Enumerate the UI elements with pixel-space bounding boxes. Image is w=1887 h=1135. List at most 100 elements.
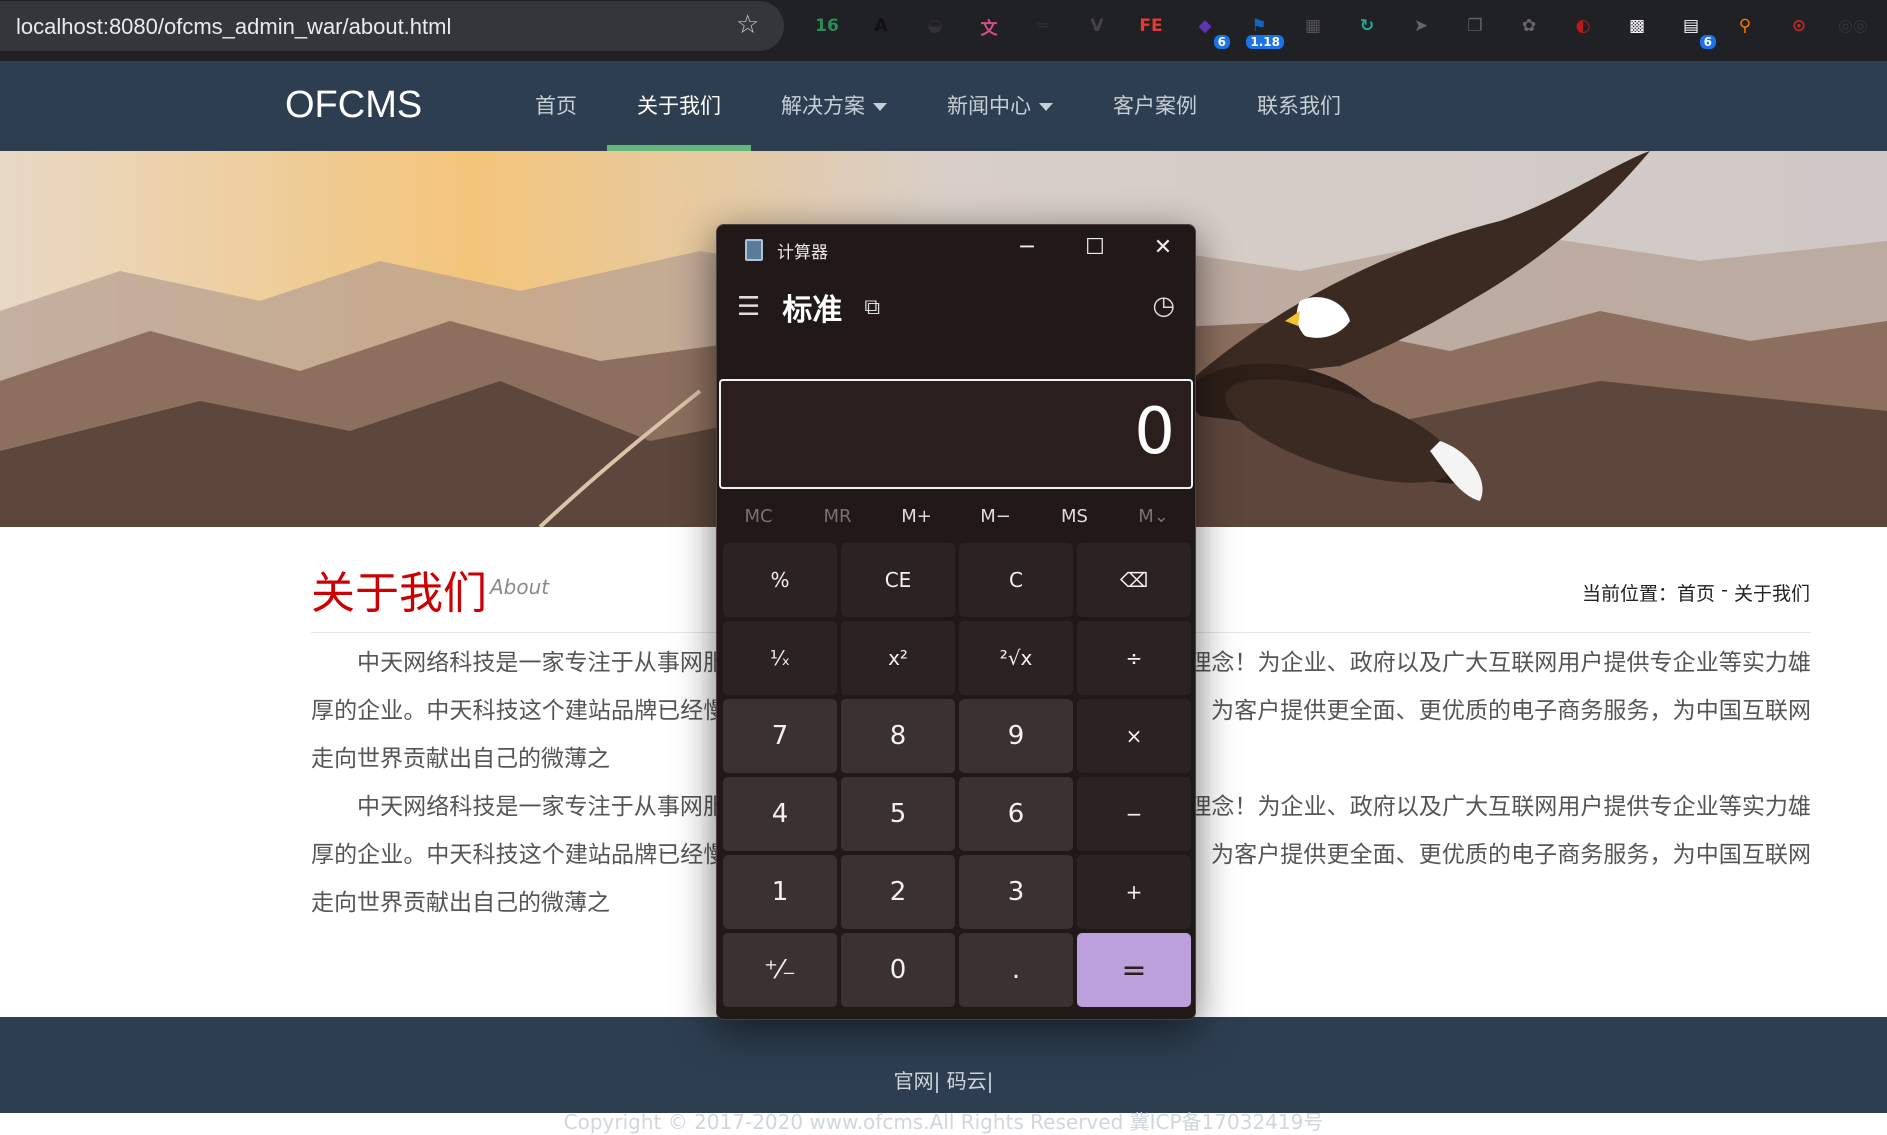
nav-item[interactable]: 新闻中心: [917, 61, 1083, 151]
equals-key[interactable]: =: [1077, 933, 1191, 1007]
digit-4-key[interactable]: 4: [723, 777, 837, 851]
extension-spinner-icon[interactable]: ◐: [1566, 9, 1600, 43]
digit-6-key[interactable]: 6: [959, 777, 1073, 851]
divide-key[interactable]: ÷: [1077, 621, 1191, 695]
extension-glyph: ◐: [1575, 16, 1591, 36]
keep-on-top-icon[interactable]: ⧉: [864, 295, 880, 320]
bookmark-star-icon[interactable]: ☆: [736, 10, 759, 40]
nav-item-label: 首页: [535, 94, 577, 118]
breadcrumb-home-link[interactable]: 首页: [1677, 579, 1715, 606]
reciprocal-key[interactable]: ¹⁄ₓ: [723, 621, 837, 695]
calculator-title: 计算器: [777, 242, 828, 263]
memory-button[interactable]: M+: [877, 495, 956, 539]
nav-item[interactable]: 关于我们: [607, 61, 751, 151]
nav-item[interactable]: 解决方案: [751, 61, 917, 151]
nav-item[interactable]: 客户案例: [1083, 61, 1227, 151]
extension-arrow-icon[interactable]: ➤: [1404, 9, 1438, 43]
clear-key[interactable]: C: [959, 543, 1073, 617]
square-key[interactable]: x²: [841, 621, 955, 695]
extension-glyph: ▦: [1304, 16, 1322, 36]
nav-item[interactable]: 联系我们: [1227, 61, 1371, 151]
page-title: 关于我们: [311, 568, 487, 619]
extension-16-icon[interactable]: 16: [810, 9, 844, 43]
extension-glyph: 文: [980, 18, 998, 39]
calculator-display: 0: [719, 379, 1193, 489]
footer-links[interactable]: 官网| 码云|: [0, 1065, 1887, 1094]
square-root-key[interactable]: ²√x: [959, 621, 1073, 695]
digit-2-key[interactable]: 2: [841, 855, 955, 929]
nav-item-label: 联系我们: [1257, 94, 1341, 118]
extension-record-icon[interactable]: ⊙: [1782, 9, 1816, 43]
backspace-key[interactable]: ⌫: [1077, 543, 1191, 617]
digit-7-key[interactable]: 7: [723, 699, 837, 773]
extension-badge: 1.18: [1246, 35, 1284, 49]
address-bar[interactable]: localhost:8080/ofcms_admin_war/about.htm…: [0, 1, 784, 51]
extension-fe-icon[interactable]: FE: [1134, 9, 1168, 43]
extension-glyph: ⚲: [1738, 16, 1752, 36]
url-text[interactable]: localhost:8080/ofcms_admin_war/about.htm…: [16, 14, 451, 40]
extension-badge: 6: [1213, 35, 1230, 49]
extension-v-icon[interactable]: V: [1080, 9, 1114, 43]
subtract-key[interactable]: −: [1077, 777, 1191, 851]
site-logo[interactable]: OFCMS: [285, 84, 422, 127]
memory-button[interactable]: MR: [798, 495, 877, 539]
mode-bar: ☰ 标准 ⧉: [737, 287, 880, 328]
memory-button[interactable]: M⌄: [1114, 495, 1193, 539]
extension-cube-icon[interactable]: ◆ 6: [1188, 9, 1230, 49]
close-button[interactable]: ✕: [1129, 225, 1195, 269]
calculator-app-icon: [745, 239, 763, 261]
memory-button[interactable]: MS: [1035, 495, 1114, 539]
clear-entry-key[interactable]: CE: [841, 543, 955, 617]
extension-glyph: ↻: [1359, 16, 1375, 36]
extension-flower-icon[interactable]: ✿: [1512, 9, 1546, 43]
extension-glyph: FE: [1139, 16, 1163, 36]
extension-glasses-icon[interactable]: ◎◎: [1836, 9, 1870, 43]
hamburger-menu-icon[interactable]: ☰: [737, 292, 760, 322]
extension-glyph: ◎◎: [1838, 16, 1868, 36]
site-header: OFCMS 首页 关于我们 解决方案 新闻中心 客户案例 联系我们: [0, 61, 1887, 151]
digit-8-key[interactable]: 8: [841, 699, 955, 773]
extension-glyph: ❐: [1467, 16, 1483, 36]
site-footer: 官网| 码云| Copyright © 2017-2020 www.ofcms.…: [0, 1017, 1887, 1134]
nav-item[interactable]: 首页: [505, 61, 607, 151]
negate-key[interactable]: ⁺⁄₋: [723, 933, 837, 1007]
calculator-window: 计算器 ─ ☐ ✕ ☰ 标准 ⧉ ◷ 0 MC MR M+ M− MS M⌄ % CE C ⌫ ¹…: [716, 224, 1196, 1020]
percent-key[interactable]: %: [723, 543, 837, 617]
nav-item-label: 新闻中心: [947, 94, 1031, 118]
display-value: 0: [1134, 395, 1175, 469]
nav-item-label: 解决方案: [781, 94, 865, 118]
extension-copy-icon[interactable]: ❐: [1458, 9, 1492, 43]
extension-translate-icon[interactable]: 文: [972, 9, 1006, 43]
extension-glyph: ═: [1037, 16, 1049, 36]
extension-glyph: ▩: [1628, 16, 1646, 36]
memory-button[interactable]: MC: [719, 495, 798, 539]
extension-glyph: ⚑: [1251, 16, 1267, 36]
extension-glyph: ⊙: [1791, 16, 1807, 36]
add-key[interactable]: +: [1077, 855, 1191, 929]
digit-3-key[interactable]: 3: [959, 855, 1073, 929]
digit-0-key[interactable]: 0: [841, 933, 955, 1007]
extension-grid-icon[interactable]: ▤ 6: [1674, 9, 1716, 49]
extension-stripe-icon[interactable]: ═: [1026, 9, 1060, 43]
multiply-key[interactable]: ×: [1077, 699, 1191, 773]
maximize-button[interactable]: ☐: [1061, 225, 1129, 269]
decimal-key[interactable]: .: [959, 933, 1073, 1007]
digit-1-key[interactable]: 1: [723, 855, 837, 929]
extension-search-icon[interactable]: ⚲: [1728, 9, 1762, 43]
page-subtitle: About: [490, 575, 550, 599]
digit-5-key[interactable]: 5: [841, 777, 955, 851]
extension-flag-icon[interactable]: ⚑ 1.18: [1242, 9, 1284, 49]
extension-a-icon[interactable]: A: [864, 9, 898, 43]
extension-qr-icon[interactable]: ▦: [1296, 9, 1330, 43]
nav-item-label: 客户案例: [1113, 94, 1197, 118]
extension-qr2-icon[interactable]: ▩: [1620, 9, 1654, 43]
dropdown-caret-icon: [873, 103, 887, 111]
extension-hat-icon[interactable]: ◒: [918, 9, 952, 43]
extension-glyph: ◆: [1198, 16, 1212, 36]
minimize-button[interactable]: ─: [993, 225, 1061, 269]
breadcrumb: 当前位置： 首页 - 关于我们: [1582, 579, 1810, 606]
digit-9-key[interactable]: 9: [959, 699, 1073, 773]
history-icon[interactable]: ◷: [1152, 291, 1175, 321]
memory-button[interactable]: M−: [956, 495, 1035, 539]
extension-refresh-icon[interactable]: ↻: [1350, 9, 1384, 43]
